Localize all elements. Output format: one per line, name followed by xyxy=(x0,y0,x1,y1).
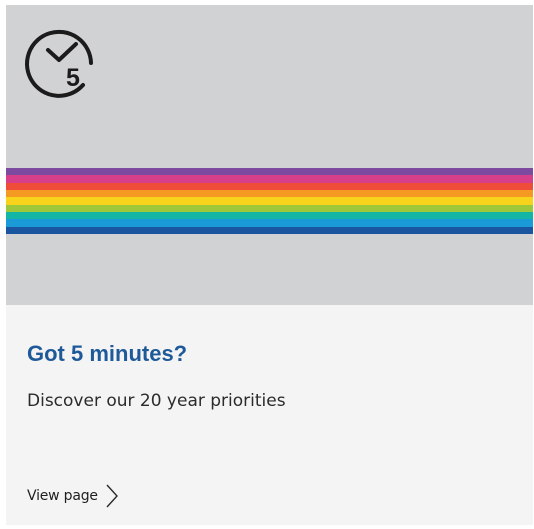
rainbow-stripe xyxy=(6,219,533,227)
rainbow-stripe xyxy=(6,226,533,234)
card-description: Discover our 20 year priorities xyxy=(27,391,286,411)
clock-number: 5 xyxy=(66,64,80,92)
rainbow-stripe xyxy=(6,197,533,205)
card-title: Got 5 minutes? xyxy=(27,341,188,366)
promo-card[interactable]: 5 Got 5 minutes? Discover our 20 year pr… xyxy=(6,5,533,525)
rainbow-banner xyxy=(6,168,533,234)
rainbow-stripe xyxy=(6,175,533,183)
rainbow-stripe xyxy=(6,189,533,198)
view-page-link[interactable]: View page xyxy=(27,483,120,509)
card-body: Got 5 minutes? Discover our 20 year prio… xyxy=(6,305,533,525)
rainbow-stripe xyxy=(6,204,533,212)
view-page-label: View page xyxy=(27,488,98,504)
rainbow-stripe xyxy=(6,182,533,190)
clock-icon: 5 xyxy=(21,23,99,101)
card-hero-image: 5 xyxy=(6,5,533,305)
rainbow-stripe xyxy=(6,168,533,176)
chevron-right-icon xyxy=(104,483,120,509)
rainbow-stripe xyxy=(6,211,533,220)
